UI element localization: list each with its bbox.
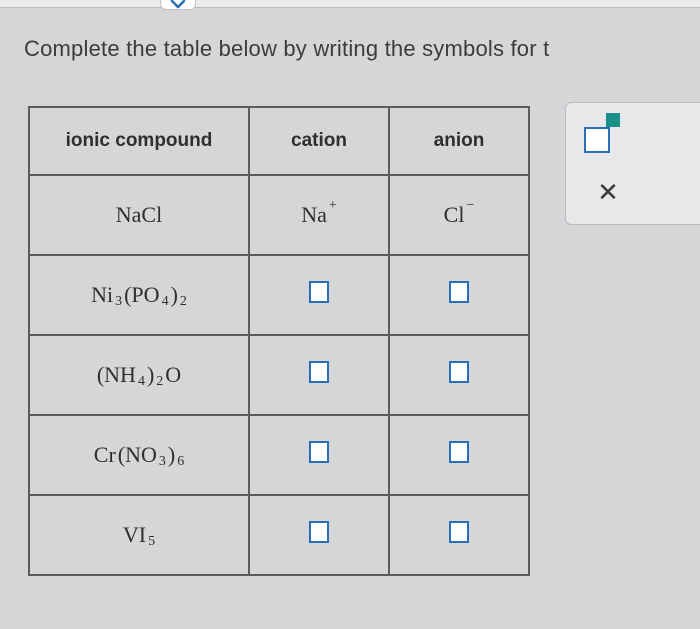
chemical-formula: Cl− [444,202,475,228]
cell-cation [249,495,389,575]
close-icon: ✕ [597,177,619,207]
cell-compound: NaCl [29,175,249,255]
answer-input[interactable] [449,441,469,463]
answer-input[interactable] [449,361,469,383]
chemical-formula: Ni3(PO4)2 [91,282,187,308]
ion-table: ionic compound cation anion NaCl Na+ Cl− Ni… [28,106,530,576]
cell-anion [389,495,529,575]
cell-cation [249,335,389,415]
cell-anion: Cl− [389,175,529,255]
answer-input[interactable] [449,281,469,303]
answer-input[interactable] [309,521,329,543]
chemical-formula: (NH4)2O [97,362,181,388]
cell-cation [249,415,389,495]
tool-panel: ✕ [565,102,700,225]
chemical-formula: VI5 [123,522,155,548]
table-row: (NH4)2O [29,335,529,415]
cell-cation: Na+ [249,175,389,255]
chemical-formula: Cr(NO3)6 [94,442,184,468]
superscript-tool-button[interactable] [584,113,628,153]
chemical-formula: Na+ [301,202,337,228]
cell-compound: Ni3(PO4)2 [29,255,249,335]
cell-compound: VI5 [29,495,249,575]
chevron-down-icon [170,0,186,9]
table-row: Cr(NO3)6 [29,415,529,495]
table-row: VI5 [29,495,529,575]
answer-input[interactable] [309,441,329,463]
expand-toolbar-button[interactable] [160,0,196,10]
table-row: Ni3(PO4)2 [29,255,529,335]
header-cation: cation [249,107,389,175]
cell-compound: Cr(NO3)6 [29,415,249,495]
table-row: NaCl Na+ Cl− [29,175,529,255]
answer-input[interactable] [309,281,329,303]
header-anion: anion [389,107,529,175]
cell-anion [389,335,529,415]
question-prompt: Complete the table below by writing the … [24,36,700,62]
cell-cation [249,255,389,335]
close-button[interactable]: ✕ [588,177,628,208]
cell-anion [389,415,529,495]
answer-input[interactable] [309,361,329,383]
cell-anion [389,255,529,335]
chemical-formula: NaCl [116,202,162,228]
superscript-tool-exp-icon [606,113,620,127]
top-toolbar [0,0,700,8]
superscript-tool-base-icon [584,127,610,153]
cell-compound: (NH4)2O [29,335,249,415]
answer-input[interactable] [449,521,469,543]
header-compound: ionic compound [29,107,249,175]
